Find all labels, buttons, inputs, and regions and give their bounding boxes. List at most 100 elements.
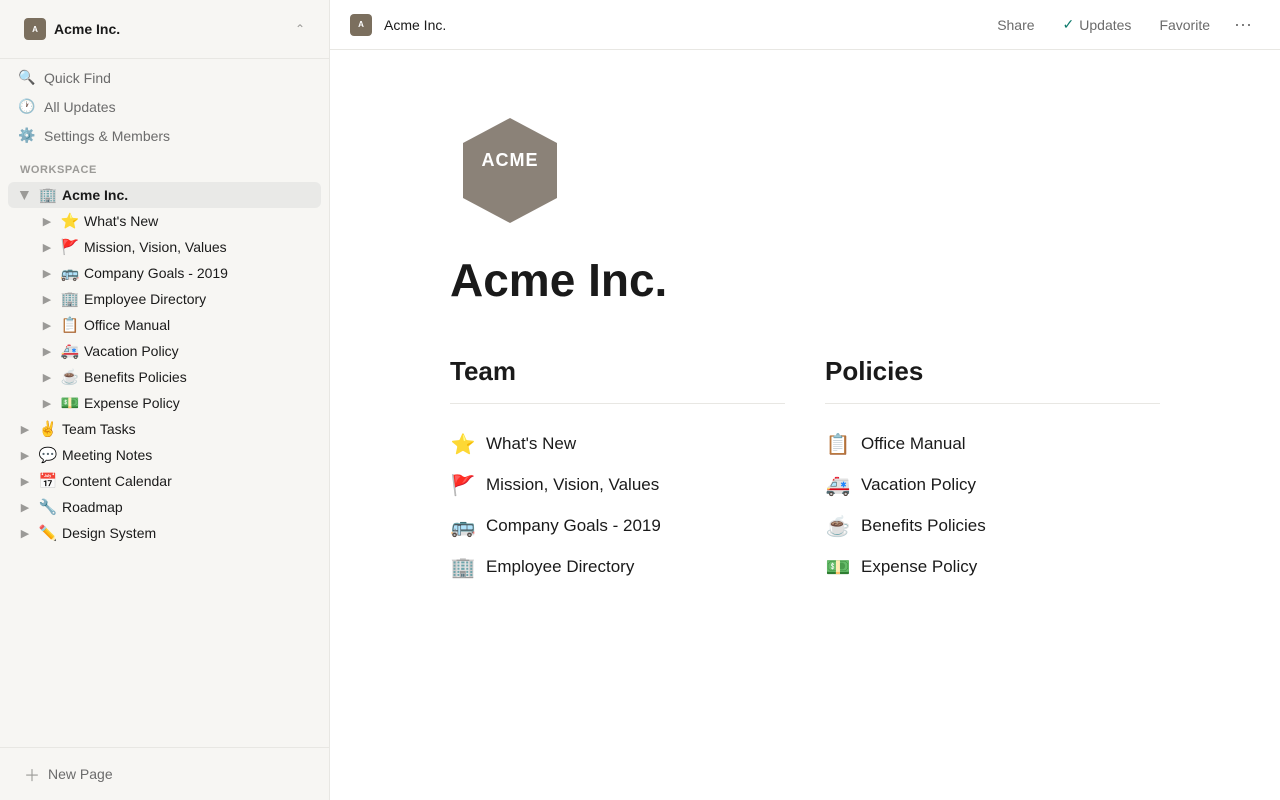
new-page-label: New Page <box>48 766 113 782</box>
chevron-right-icon: ▶ <box>16 501 34 514</box>
sidebar-item-expense-policy[interactable]: ▶ 💵 Expense Policy <box>30 390 321 416</box>
vacation-policy-link-label: Vacation Policy <box>861 475 976 495</box>
sidebar-item-acme-root[interactable]: ▶ 🏢 Acme Inc. <box>8 182 321 208</box>
search-icon: 🔍 <box>18 69 36 86</box>
expense-policy-label: Expense Policy <box>84 395 313 411</box>
benefits-link-label: Benefits Policies <box>861 516 986 536</box>
company-goals-link-emoji: 🚌 <box>450 514 476 539</box>
chevron-right-icon: ▶ <box>38 371 56 384</box>
header-page-title: Acme Inc. <box>384 17 973 33</box>
two-col-layout: Team ⭐ What's New 🚩 Mission, Vision, Val… <box>450 356 1160 588</box>
policies-link-benefits[interactable]: ☕ Benefits Policies <box>825 506 1160 547</box>
team-links: ⭐ What's New 🚩 Mission, Vision, Values 🚌… <box>450 424 785 588</box>
team-link-mission[interactable]: 🚩 Mission, Vision, Values <box>450 465 785 506</box>
company-goals-label: Company Goals - 2019 <box>84 265 313 281</box>
meeting-notes-emoji: 💬 <box>38 446 58 464</box>
gear-icon: ⚙️ <box>18 127 36 144</box>
employee-directory-link-emoji: 🏢 <box>450 555 476 580</box>
chevron-down-icon: ▶ <box>19 186 32 204</box>
chevron-right-icon: ▶ <box>38 267 56 280</box>
design-system-label: Design System <box>62 525 313 541</box>
sidebar-item-team-tasks[interactable]: ▶ ✌️ Team Tasks <box>8 416 321 442</box>
chevron-right-icon: ▶ <box>38 319 56 332</box>
workspace-title[interactable]: A Acme Inc. ⌃ <box>14 10 315 48</box>
team-section: Team ⭐ What's New 🚩 Mission, Vision, Val… <box>450 356 785 588</box>
updates-button[interactable]: ✓ Updates <box>1051 11 1144 38</box>
sidebar-nav-label: Settings & Members <box>44 128 170 144</box>
sidebar-item-quick-find[interactable]: 🔍 Quick Find <box>8 63 321 92</box>
mission-emoji: 🚩 <box>60 238 80 256</box>
favorite-button[interactable]: Favorite <box>1147 12 1222 38</box>
chevron-right-icon: ▶ <box>38 241 56 254</box>
share-button[interactable]: Share <box>985 12 1046 38</box>
sidebar: A Acme Inc. ⌃ 🔍 Quick Find 🕐 All Updates… <box>0 0 330 800</box>
office-manual-emoji: 📋 <box>60 316 80 334</box>
plus-icon: ＋ <box>24 762 40 786</box>
content-calendar-emoji: 📅 <box>38 472 58 490</box>
whats-new-link-label: What's New <box>486 434 576 454</box>
chevron-right-icon: ▶ <box>38 345 56 358</box>
sidebar-item-benefits-policies[interactable]: ▶ ☕ Benefits Policies <box>30 364 321 390</box>
team-section-title: Team <box>450 356 785 387</box>
workspace-name: Acme Inc. <box>54 21 287 37</box>
office-manual-link-label: Office Manual <box>861 434 966 454</box>
team-tasks-emoji: ✌️ <box>38 420 58 438</box>
sidebar-item-meeting-notes[interactable]: ▶ 💬 Meeting Notes <box>8 442 321 468</box>
roadmap-label: Roadmap <box>62 499 313 515</box>
policies-link-vacation-policy[interactable]: 🚑 Vacation Policy <box>825 465 1160 506</box>
mission-link-emoji: 🚩 <box>450 473 476 498</box>
chevron-right-icon: ▶ <box>16 449 34 462</box>
sidebar-item-settings[interactable]: ⚙️ Settings & Members <box>8 121 321 150</box>
sidebar-item-office-manual[interactable]: ▶ 📋 Office Manual <box>30 312 321 338</box>
employee-directory-emoji: 🏢 <box>60 290 80 308</box>
sidebar-item-design-system[interactable]: ▶ ✏️ Design System <box>8 520 321 546</box>
sidebar-item-roadmap[interactable]: ▶ 🔧 Roadmap <box>8 494 321 520</box>
sidebar-nav: 🔍 Quick Find 🕐 All Updates ⚙️ Settings &… <box>0 59 329 154</box>
team-link-whats-new[interactable]: ⭐ What's New <box>450 424 785 465</box>
page-icon: ACME <box>450 110 1160 235</box>
sidebar-item-whats-new[interactable]: ▶ ⭐ What's New <box>30 208 321 234</box>
benefits-policies-emoji: ☕ <box>60 368 80 386</box>
sidebar-item-all-updates[interactable]: 🕐 All Updates <box>8 92 321 121</box>
workspace-section-label: WORKSPACE <box>0 154 329 180</box>
policies-section: Policies 📋 Office Manual 🚑 Vacation Poli… <box>825 356 1160 588</box>
team-link-company-goals[interactable]: 🚌 Company Goals - 2019 <box>450 506 785 547</box>
sidebar-nav-label: All Updates <box>44 99 116 115</box>
mission-label: Mission, Vision, Values <box>84 239 313 255</box>
whats-new-emoji: ⭐ <box>60 212 80 230</box>
sidebar-item-company-goals[interactable]: ▶ 🚌 Company Goals - 2019 <box>30 260 321 286</box>
meeting-notes-label: Meeting Notes <box>62 447 313 463</box>
more-options-button[interactable]: ··· <box>1226 10 1260 39</box>
whats-new-label: What's New <box>84 213 313 229</box>
sidebar-item-employee-directory[interactable]: ▶ 🏢 Employee Directory <box>30 286 321 312</box>
page-title: Acme Inc. <box>450 255 1160 306</box>
workspace-chevron-icon: ⌃ <box>295 22 305 36</box>
acme-root-emoji: 🏢 <box>38 186 58 204</box>
team-link-employee-directory[interactable]: 🏢 Employee Directory <box>450 547 785 588</box>
vacation-policy-link-emoji: 🚑 <box>825 473 851 498</box>
team-tasks-label: Team Tasks <box>62 421 313 437</box>
sidebar-tree: ▶ 🏢 Acme Inc. ▶ ⭐ What's New ▶ 🚩 Mission… <box>0 180 329 548</box>
vacation-policy-emoji: 🚑 <box>60 342 80 360</box>
sidebar-item-mission[interactable]: ▶ 🚩 Mission, Vision, Values <box>30 234 321 260</box>
chevron-right-icon: ▶ <box>38 293 56 306</box>
acme-children: ▶ ⭐ What's New ▶ 🚩 Mission, Vision, Valu… <box>8 208 321 416</box>
main-panel: A Acme Inc. Share ✓ Updates Favorite ···… <box>330 0 1280 800</box>
new-page-button[interactable]: ＋ New Page <box>14 756 315 792</box>
benefits-link-emoji: ☕ <box>825 514 851 539</box>
policies-link-office-manual[interactable]: 📋 Office Manual <box>825 424 1160 465</box>
employee-directory-link-label: Employee Directory <box>486 557 634 577</box>
header-actions: Share ✓ Updates Favorite ··· <box>985 10 1260 39</box>
expense-policy-link-emoji: 💵 <box>825 555 851 580</box>
sidebar-item-vacation-policy[interactable]: ▶ 🚑 Vacation Policy <box>30 338 321 364</box>
policies-link-expense-policy[interactable]: 💵 Expense Policy <box>825 547 1160 588</box>
check-icon: ✓ <box>1063 16 1075 33</box>
svg-text:ACME: ACME <box>482 150 539 170</box>
sidebar-bottom: ＋ New Page <box>0 747 329 800</box>
mission-link-label: Mission, Vision, Values <box>486 475 659 495</box>
policies-section-title: Policies <box>825 356 1160 387</box>
sidebar-item-content-calendar[interactable]: ▶ 📅 Content Calendar <box>8 468 321 494</box>
chevron-right-icon: ▶ <box>16 475 34 488</box>
policies-divider <box>825 403 1160 404</box>
workspace-logo: A <box>24 18 46 40</box>
